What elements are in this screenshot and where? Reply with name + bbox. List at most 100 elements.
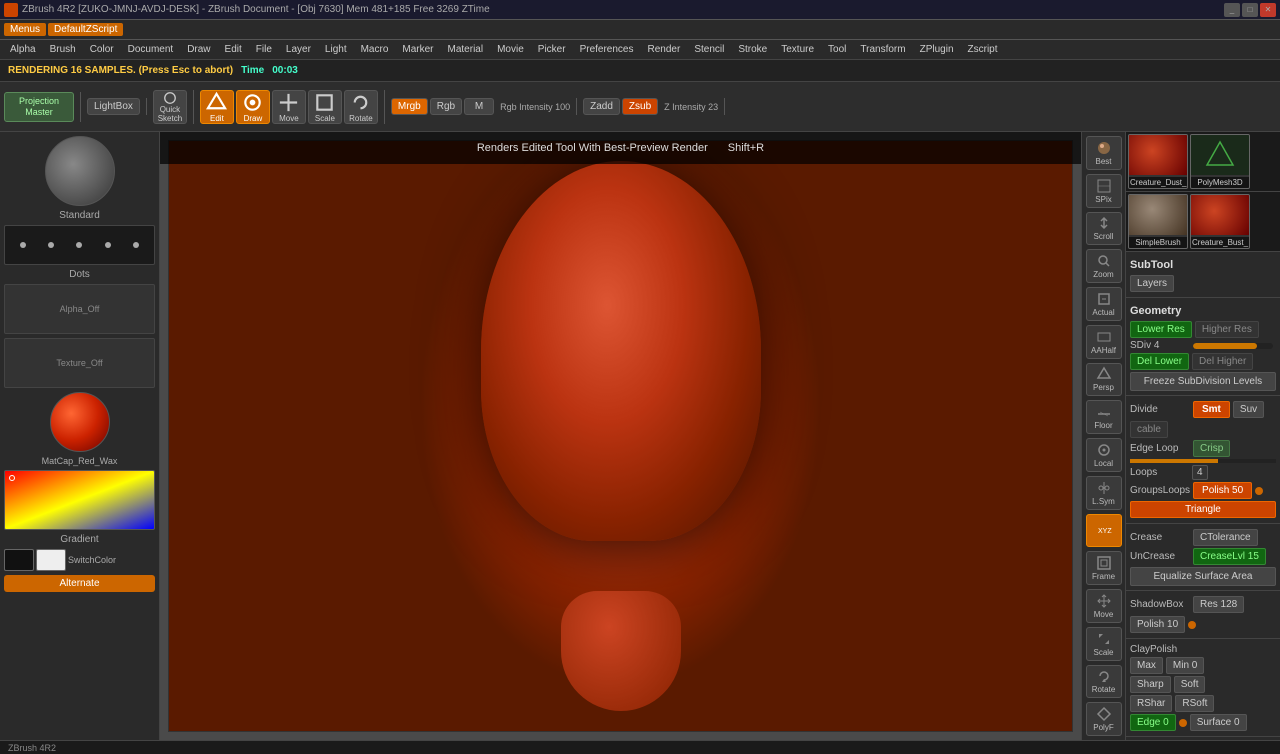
persp-icon-btn[interactable]: Persp [1086,363,1122,397]
stroke-preview[interactable] [4,225,155,265]
edit-button[interactable]: Edit [200,90,234,124]
alternate-button[interactable]: Alternate [4,575,155,592]
edge-loop-slider[interactable] [1130,459,1276,463]
cable-button[interactable]: cable [1130,421,1168,438]
polish-10-button[interactable]: Polish 10 [1130,616,1185,633]
quick-sketch-button[interactable]: Quick Sketch [153,90,187,124]
zoom-icon-btn[interactable]: Zoom [1086,249,1122,283]
suv-button[interactable]: Suv [1233,401,1264,418]
m-button[interactable]: M [464,98,494,115]
menu-draw[interactable]: Draw [181,43,216,56]
scale-tool-icon-btn[interactable]: Scale [1086,627,1122,661]
move-tool-icon-btn[interactable]: Move [1086,589,1122,623]
menu-edit[interactable]: Edit [219,43,248,56]
zadd-button[interactable]: Zadd [583,98,620,115]
ctolerance-button[interactable]: CTolerance [1193,529,1258,546]
menu-tool[interactable]: Tool [822,43,852,56]
rshar-button[interactable]: RShar [1130,695,1172,712]
max-button[interactable]: Max [1130,657,1163,674]
menu-zplugin[interactable]: ZPlugin [914,43,960,56]
aahalf-icon-btn[interactable]: AAHalf [1086,325,1122,359]
sdiv-slider[interactable] [1193,343,1273,349]
crease-lvl-button[interactable]: CreaseLvl 15 [1193,548,1266,565]
crisp-button[interactable]: Crisp [1193,440,1230,457]
rotate-tool-icon-btn[interactable]: Rotate [1086,665,1122,699]
mrgb-button[interactable]: Mrgb [391,98,428,115]
foreground-color-swatch[interactable] [4,549,34,571]
thumb-creature-bust[interactable]: Creature_Bust_ [1190,194,1250,249]
menu-file[interactable]: File [250,43,278,56]
menu-picker[interactable]: Picker [532,43,572,56]
menu-marker[interactable]: Marker [396,43,439,56]
triangle-button[interactable]: Triangle [1130,501,1276,518]
thumb-polymesh[interactable]: PolyMesh3D [1190,134,1250,189]
zsub-button[interactable]: Zsub [622,98,658,115]
menu-document[interactable]: Document [122,43,180,56]
del-higher-button[interactable]: Del Higher [1192,353,1253,370]
texture-preview[interactable]: Texture_Off [4,338,155,388]
min-button[interactable]: Min 0 [1166,657,1204,674]
brush-preview-sphere[interactable] [45,136,115,206]
menu-transform[interactable]: Transform [854,43,911,56]
res-128-button[interactable]: Res 128 [1193,596,1244,613]
sharp-button[interactable]: Sharp [1130,676,1171,693]
minimize-button[interactable]: _ [1224,3,1240,17]
xyz-icon-btn[interactable]: XYZ [1086,514,1122,548]
menu-render[interactable]: Render [642,43,687,56]
close-button[interactable]: ✕ [1260,3,1276,17]
move-button[interactable]: Move [272,90,306,124]
lower-res-button[interactable]: Lower Res [1130,321,1192,338]
soft-button[interactable]: Soft [1174,676,1206,693]
alpha-preview[interactable]: Alpha_Off [4,284,155,334]
freeze-subdiv-button[interactable]: Freeze SubDivision Levels [1130,372,1276,391]
menu-macro[interactable]: Macro [355,43,395,56]
material-preview[interactable] [50,392,110,452]
layers-tab[interactable]: Layers [1130,275,1174,292]
higher-res-button[interactable]: Higher Res [1195,321,1259,338]
floor-icon-btn[interactable]: Floor [1086,400,1122,434]
del-lower-button[interactable]: Del Lower [1130,353,1189,370]
menu-zscript[interactable]: Zscript [962,43,1004,56]
thumb-simple-brush[interactable]: SimpleBrush [1128,194,1188,249]
menu-stroke[interactable]: Stroke [732,43,773,56]
window-title: ZBrush 4R2 [ZUKO-JMNJ-AVDJ-DESK] - ZBrus… [22,4,1224,15]
lightbox-button[interactable]: LightBox [87,98,140,115]
actual-icon-btn[interactable]: Actual [1086,287,1122,321]
frame-icon-btn[interactable]: Frame [1086,551,1122,585]
maximize-button[interactable]: □ [1242,3,1258,17]
equalize-button[interactable]: Equalize Surface Area [1130,567,1276,586]
polyf-icon-btn[interactable]: PolyF [1086,702,1122,736]
menu-light[interactable]: Light [319,43,353,56]
spix-icon-btn[interactable]: SPix [1086,174,1122,208]
scale-button[interactable]: Scale [308,90,342,124]
menu-material[interactable]: Material [442,43,490,56]
sharp-soft-row: Sharp Soft [1130,676,1276,693]
menu-preferences[interactable]: Preferences [574,43,640,56]
projection-master-button[interactable]: Projection Master [4,92,74,122]
edge-button[interactable]: Edge 0 [1130,714,1176,731]
menu-movie[interactable]: Movie [491,43,530,56]
color-picker[interactable] [4,470,155,530]
menu-alpha[interactable]: Alpha [4,43,42,56]
scroll-icon-btn[interactable]: Scroll [1086,212,1122,246]
menu-stencil[interactable]: Stencil [688,43,730,56]
menu-layer[interactable]: Layer [280,43,317,56]
polish-50-button[interactable]: Polish 50 [1193,482,1252,499]
menu-texture[interactable]: Texture [775,43,820,56]
draw-button[interactable]: Draw [236,90,270,124]
rotate-button[interactable]: Rotate [344,90,378,124]
rgb-button[interactable]: Rgb [430,98,462,115]
thumb-creature-dust[interactable]: Creature_Dust_ [1128,134,1188,189]
lsym-icon-btn[interactable]: L.Sym [1086,476,1122,510]
surface-button[interactable]: Surface 0 [1190,714,1247,731]
rsoft-button[interactable]: RSoft [1175,695,1214,712]
menu-color[interactable]: Color [84,43,120,56]
best-render-icon-btn[interactable]: Best [1086,136,1122,170]
menu-default-script[interactable]: DefaultZScript [48,23,123,36]
local-icon-btn[interactable]: Local [1086,438,1122,472]
menu-menus[interactable]: Menus [4,23,46,36]
sculpt-viewport[interactable] [168,140,1073,732]
smt-button[interactable]: Smt [1193,401,1230,418]
background-color-swatch[interactable] [36,549,66,571]
menu-brush[interactable]: Brush [44,43,82,56]
